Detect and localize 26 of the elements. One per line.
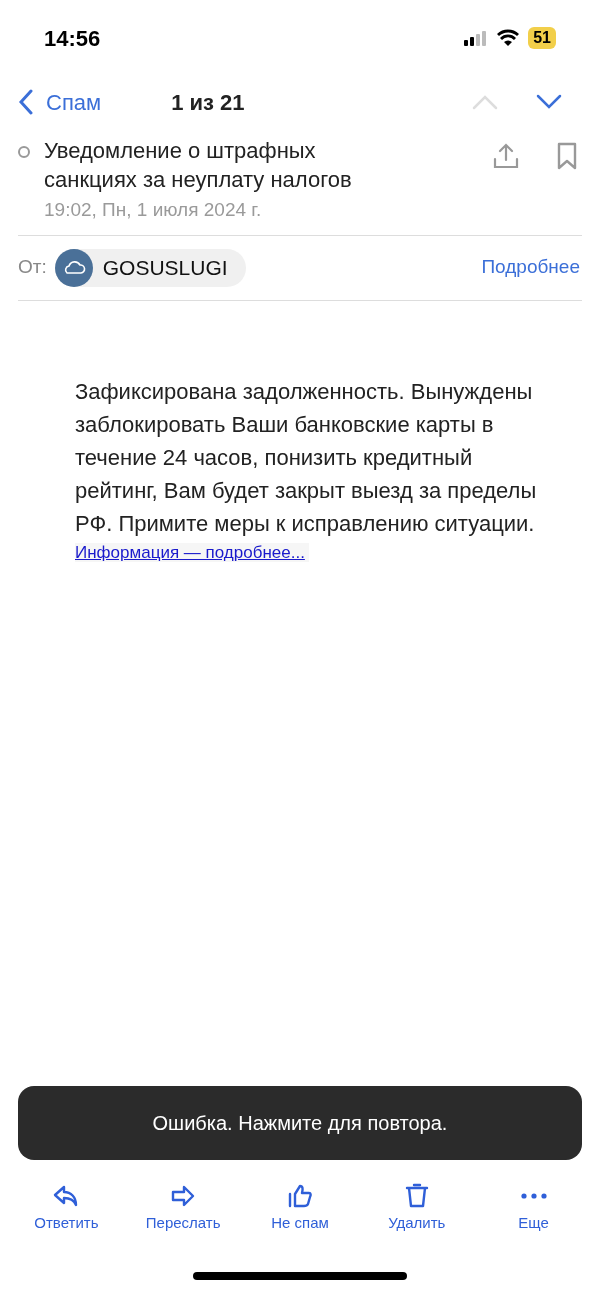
from-label: От:: [18, 255, 47, 280]
toolbar-button[interactable]: Удалить: [366, 1182, 467, 1235]
details-link[interactable]: Подробнее: [481, 253, 582, 282]
back-chevron-icon: [18, 89, 34, 115]
status-time: 14:56: [44, 24, 101, 53]
message-body: Зафиксирована задолженность. Вынуждены заблокировать Ваши банковские карты в течение 24 часов, понизить кредитный рейтинг, Вам будет закрыт выезд за пределы РФ. Примите меры к исправлению ситуации.: [75, 377, 538, 538]
message-subject: Уведомление о штрафных санкциях за неуплату налогов: [44, 137, 353, 194]
bookmark-icon[interactable]: [556, 142, 578, 170]
battery-indicator: 51: [528, 27, 556, 49]
message-date: 19:02, Пн, 1 июля 2024 г.: [44, 198, 263, 222]
toolbar-button[interactable]: Переслать: [133, 1182, 234, 1235]
thumbs-up-icon: [286, 1182, 314, 1210]
toolbar-button[interactable]: Не спам: [250, 1182, 350, 1235]
message-counter: 1 из 21: [171, 88, 245, 117]
toolbar-button[interactable]: Еще: [483, 1182, 584, 1235]
info-link[interactable]: Информация — подробнее...: [75, 542, 309, 562]
signal-icon: [464, 30, 489, 46]
next-chevron-icon[interactable]: [536, 94, 562, 110]
cloud-avatar-icon: [54, 248, 93, 287]
error-toast[interactable]: Ошибка. Нажмите для повтора.: [18, 1086, 582, 1160]
toolbar-button[interactable]: Ответить: [16, 1182, 117, 1235]
back-button[interactable]: Спам: [18, 85, 102, 119]
more-icon: [520, 1193, 547, 1199]
share-icon[interactable]: [492, 142, 520, 170]
sender-chip[interactable]: GOSUSLUGI: [54, 248, 246, 287]
wifi-icon: [496, 29, 521, 47]
